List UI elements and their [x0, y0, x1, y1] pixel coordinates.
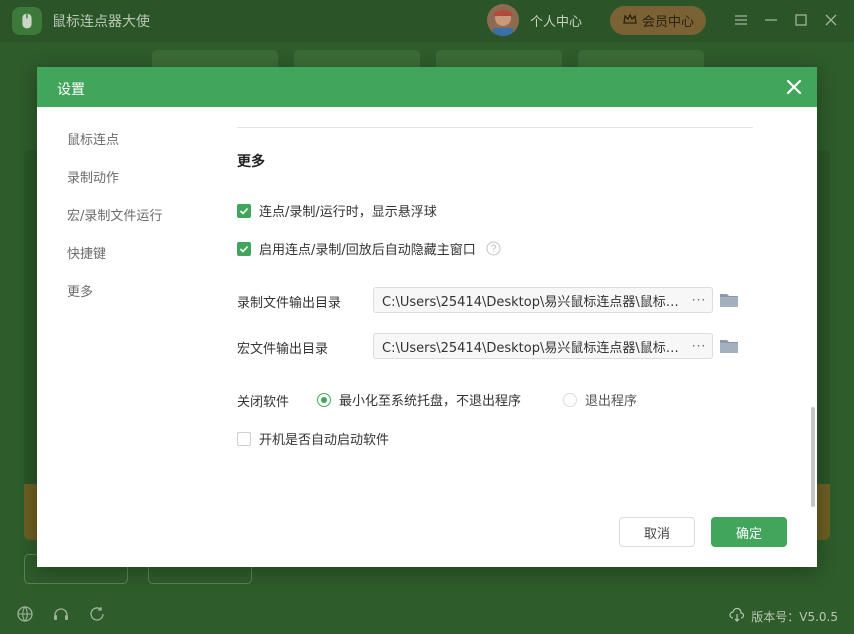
vip-center-button[interactable]: 会员中心 [610, 6, 706, 35]
nav-item-hotkeys[interactable]: 快捷键 [67, 243, 106, 262]
status-bar: 版本号：V5.0.5 [0, 596, 854, 634]
version-label: 版本号：V5.0.5 [751, 610, 838, 624]
title-bar: 鼠标连点器大使 个人中心 会员中心 [0, 0, 854, 42]
scrollbar[interactable] [811, 407, 815, 507]
cancel-button[interactable]: 取消 [619, 517, 695, 547]
window-close-icon[interactable] [822, 11, 840, 29]
mouse-icon [12, 7, 42, 35]
option-label: 启用连点/录制/回放后自动隐藏主窗口 [259, 243, 476, 258]
minimize-icon[interactable] [762, 11, 780, 29]
dialog-header: 设置 [37, 67, 817, 107]
vip-center-label: 会员中心 [641, 15, 694, 30]
macro-output-field[interactable]: C:\Users\25414\Desktop\易兴鼠标连点器\鼠标连点器宏文件 … [373, 333, 713, 359]
option-label: 连点/录制/运行时，显示悬浮球 [259, 205, 437, 220]
maximize-icon[interactable] [792, 11, 810, 29]
help-circle-icon[interactable] [486, 241, 501, 256]
version-info: 版本号：V5.0.5 [729, 607, 838, 626]
record-output-label: 录制文件输出目录 [237, 296, 342, 311]
option-auto-hide-window[interactable]: 启用连点/录制/回放后自动隐藏主窗口 [237, 239, 501, 258]
radio-unselected[interactable] [563, 392, 577, 407]
checkbox-unchecked[interactable] [237, 431, 251, 446]
refresh-icon[interactable] [88, 605, 108, 625]
record-output-value: C:\Users\25414\Desktop\易兴鼠标连点器\鼠标连点器录制文件 [382, 294, 686, 310]
record-output-field[interactable]: C:\Users\25414\Desktop\易兴鼠标连点器\鼠标连点器录制文件… [373, 287, 713, 313]
settings-dialog: 设置 鼠标连点 录制动作 宏/录制文件运行 快捷键 更多 更多 连点/录制/运行… [37, 67, 817, 567]
avatar[interactable] [487, 4, 519, 36]
crown-icon [622, 11, 638, 31]
nav-item-mouse-click[interactable]: 鼠标连点 [67, 129, 119, 148]
cloud-download-icon [729, 607, 745, 626]
macro-output-label: 宏文件输出目录 [237, 342, 329, 357]
dialog-title: 设置 [57, 82, 85, 98]
confirm-button[interactable]: 确定 [711, 517, 787, 547]
option-show-float-ball[interactable]: 连点/录制/运行时，显示悬浮球 [237, 201, 437, 220]
app-title: 鼠标连点器大使 [52, 14, 150, 30]
menu-icon[interactable] [732, 11, 750, 29]
more-icon[interactable]: ··· [686, 339, 712, 353]
close-icon[interactable] [785, 78, 803, 96]
globe-icon[interactable] [16, 605, 36, 625]
checkbox-checked[interactable] [237, 241, 251, 256]
radio-selected[interactable] [317, 392, 331, 407]
folder-icon[interactable] [719, 291, 739, 309]
headset-icon[interactable] [52, 605, 72, 625]
settings-nav: 鼠标连点 录制动作 宏/录制文件运行 快捷键 更多 [37, 107, 217, 567]
user-center-link[interactable]: 个人中心 [530, 11, 582, 30]
radio-label: 退出程序 [585, 394, 638, 409]
option-label: 开机是否自动启动软件 [259, 433, 390, 448]
folder-icon[interactable] [719, 337, 739, 355]
checkbox-checked[interactable] [237, 203, 251, 218]
nav-item-more[interactable]: 更多 [67, 281, 93, 300]
nav-item-macro-run[interactable]: 宏/录制文件运行 [67, 205, 162, 224]
radio-label: 最小化至系统托盘，不退出程序 [339, 394, 522, 409]
macro-output-value: C:\Users\25414\Desktop\易兴鼠标连点器\鼠标连点器宏文件 [382, 340, 686, 356]
option-autostart[interactable]: 开机是否自动启动软件 [237, 429, 389, 448]
close-software-label: 关闭软件 [237, 395, 290, 410]
section-title: 更多 [237, 154, 265, 170]
nav-item-record-action[interactable]: 录制动作 [67, 167, 119, 186]
more-icon[interactable]: ··· [686, 293, 712, 307]
divider [237, 127, 753, 128]
radio-exit-program[interactable]: 退出程序 [563, 390, 637, 409]
radio-minimize-to-tray[interactable]: 最小化至系统托盘，不退出程序 [317, 390, 521, 409]
